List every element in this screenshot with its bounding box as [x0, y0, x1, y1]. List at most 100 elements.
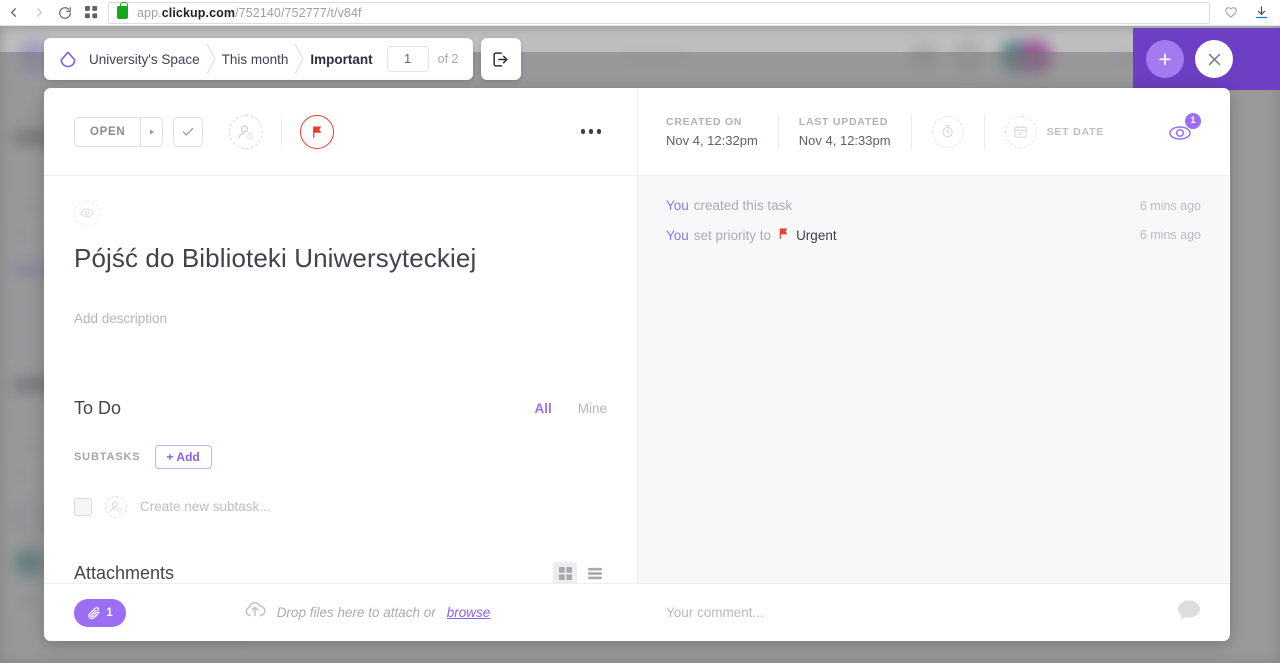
add-assignee-icon[interactable] — [229, 114, 264, 149]
activity-feed: You created this task 6 mins ago You set… — [638, 176, 1229, 583]
calendar-icon — [1004, 115, 1037, 148]
breadcrumb-space[interactable]: University's Space — [89, 52, 200, 67]
url-path: /752140/752777/t/v84f — [235, 5, 362, 20]
page-total-label: of 2 — [437, 52, 459, 66]
last-updated-label: LAST UPDATED — [798, 115, 889, 128]
clickup-logo-icon — [58, 49, 78, 69]
apps-grid-icon[interactable] — [78, 2, 104, 24]
attachments-heading: Attachments — [74, 563, 175, 583]
filter-mine-tab[interactable]: Mine — [578, 401, 607, 416]
last-updated-value: Nov 4, 12:33pm — [798, 132, 891, 148]
download-icon[interactable] — [1246, 2, 1276, 24]
attachment-count-badge[interactable]: 1 — [74, 598, 126, 627]
task-meta-bar: CREATED ON Nov 4, 12:32pm LAST UPDATED N… — [638, 88, 1229, 176]
watchers-eye-icon[interactable]: 1 — [1161, 112, 1201, 149]
grid-view-icon[interactable] — [553, 561, 577, 586]
add-subtask-button[interactable]: + Add — [154, 444, 212, 469]
mark-complete-button[interactable] — [173, 116, 204, 147]
meta-divider-2 — [910, 114, 912, 149]
browser-forward-button[interactable] — [26, 2, 52, 24]
todo-heading: To Do — [74, 397, 122, 418]
ellipsis-dot-2 — [588, 129, 593, 134]
toolbar-divider — [281, 118, 283, 145]
chevron-right-icon-2 — [288, 38, 310, 80]
meta-divider-3 — [983, 114, 985, 149]
new-subtask-row: Create new subtask... — [74, 495, 607, 518]
url-host: clickup.com — [161, 5, 236, 20]
browser-back-button[interactable] — [0, 2, 26, 24]
todo-filters: All Mine — [534, 401, 607, 416]
last-updated-field: LAST UPDATED Nov 4, 12:33pm — [799, 116, 891, 148]
breadcrumb-view[interactable]: Important — [310, 52, 372, 67]
activity-time-0: 6 mins ago — [1139, 198, 1201, 213]
activity-item-0: You created this task 6 mins ago — [666, 198, 1201, 213]
new-subtask-input[interactable]: Create new subtask... — [140, 499, 271, 514]
breadcrumb-bar: University's Space This month Important … — [44, 38, 473, 80]
task-title[interactable]: Pójść do Biblioteki Uniwersyteckiej — [74, 242, 607, 275]
page-number-input[interactable] — [386, 46, 429, 72]
attachment-drop-bar: 1 Drop files here to attach or browse — [44, 583, 638, 641]
top-right-action-panel: + — [1133, 28, 1280, 90]
task-toolbar: OPEN — [44, 88, 637, 176]
chevron-right-icon — [200, 38, 222, 80]
attachment-count: 1 — [106, 606, 113, 619]
task-status-dropdown[interactable]: OPEN — [74, 116, 164, 147]
ellipsis-dot-1 — [580, 129, 585, 134]
subtasks-row: SUBTASKS + Add — [74, 444, 607, 469]
close-panel-button[interactable] — [1195, 40, 1233, 78]
attachments-section-header: Attachments — [74, 561, 607, 586]
subtasks-label: SUBTASKS — [74, 450, 141, 463]
secure-lock-icon — [117, 2, 128, 19]
cloud-upload-icon — [244, 600, 266, 625]
comment-bar — [638, 583, 1229, 641]
breadcrumb: University's Space This month Important … — [44, 38, 521, 80]
task-status-label: OPEN — [90, 125, 126, 138]
browser-toolbar: app.clickup.com/752140/752777/t/v84f — [0, 0, 1280, 26]
task-detail-modal: OPEN Pójść do Biblioteki Uniwersyteckiej… — [44, 88, 1230, 641]
file-drop-zone[interactable]: Drop files here to attach or browse — [126, 600, 608, 625]
list-view-icon[interactable] — [583, 562, 607, 586]
ellipsis-dot-3 — [596, 129, 601, 134]
task-description-input[interactable]: Add description — [74, 311, 607, 326]
activity-priority-value: Urgent — [796, 227, 837, 243]
address-bar[interactable]: app.clickup.com/752140/752777/t/v84f — [108, 1, 1210, 24]
created-on-value: Nov 4, 12:32pm — [666, 132, 758, 148]
set-date-control[interactable]: SET DATE — [1004, 115, 1105, 148]
comment-bubble-icon[interactable] — [1177, 599, 1201, 627]
activity-actor-1[interactable]: You — [666, 228, 689, 243]
todo-section-header: To Do All Mine — [74, 398, 607, 419]
watchers-count-badge: 1 — [1185, 112, 1201, 129]
filter-all-tab[interactable]: All — [534, 401, 551, 416]
browser-actions — [1216, 2, 1280, 24]
task-body: Pójść do Biblioteki Uniwersyteckiej Add … — [44, 176, 637, 586]
eye-icon[interactable] — [74, 200, 100, 226]
activity-actor-0[interactable]: You — [666, 198, 689, 213]
priority-flag-icon-inline — [777, 227, 790, 243]
open-in-new-icon[interactable] — [480, 38, 521, 80]
priority-flag-icon[interactable] — [300, 114, 335, 149]
comment-input[interactable] — [666, 605, 1177, 620]
subtask-add-assignee-icon[interactable] — [105, 495, 127, 518]
url-subdomain: app. — [137, 5, 162, 20]
task-more-options-button[interactable] — [575, 123, 608, 140]
created-on-field: CREATED ON Nov 4, 12:32pm — [666, 116, 758, 148]
activity-item-1: You set priority to Urgent 6 mins ago — [666, 227, 1201, 243]
browse-files-link[interactable]: browse — [447, 605, 491, 620]
create-new-button[interactable]: + — [1146, 40, 1184, 78]
task-activity-pane: CREATED ON Nov 4, 12:32pm LAST UPDATED N… — [638, 88, 1229, 641]
task-main-pane: OPEN Pójść do Biblioteki Uniwersyteckiej… — [44, 88, 638, 641]
activity-text-1: set priority to — [693, 227, 772, 243]
stopwatch-icon[interactable] — [931, 115, 964, 148]
attachments-view-toggle — [553, 561, 607, 586]
drop-files-text: Drop files here to attach or — [276, 605, 436, 620]
subtask-checkbox[interactable] — [74, 497, 92, 516]
created-on-label: CREATED ON — [666, 115, 743, 128]
breadcrumb-list[interactable]: This month — [222, 52, 289, 67]
url-text: app.clickup.com/752140/752777/t/v84f — [137, 6, 362, 20]
heart-icon[interactable] — [1216, 2, 1246, 24]
meta-divider-1 — [777, 114, 779, 149]
set-date-label: SET DATE — [1046, 125, 1105, 138]
caret-right-icon[interactable] — [140, 117, 162, 146]
activity-text-0: created this task — [693, 198, 793, 213]
browser-reload-button[interactable] — [52, 2, 78, 24]
